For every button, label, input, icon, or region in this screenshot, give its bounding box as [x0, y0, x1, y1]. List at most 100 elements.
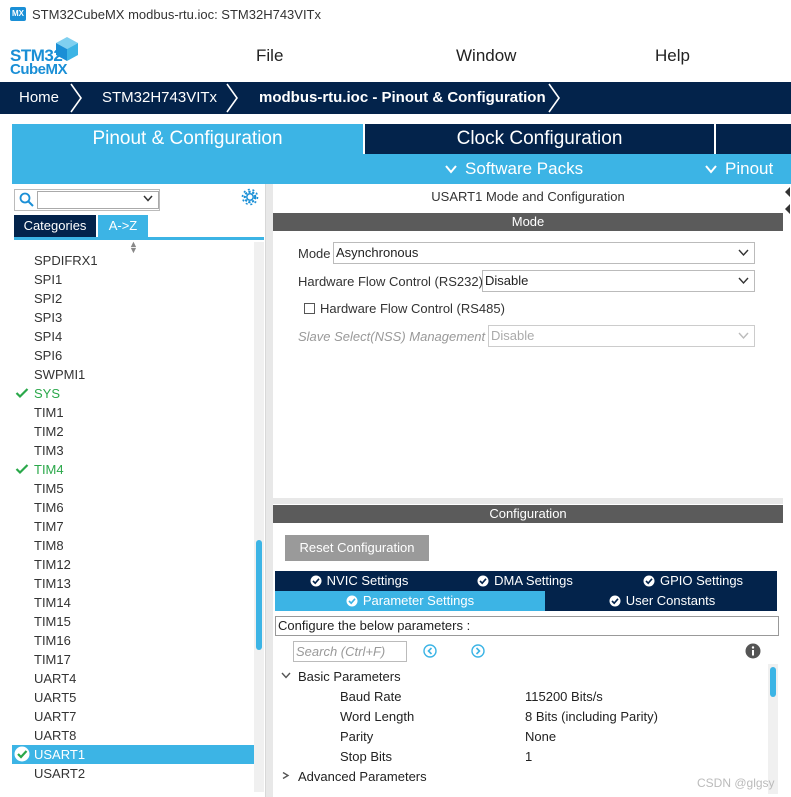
- peripheral-item-tim15[interactable]: TIM15: [12, 612, 254, 631]
- parameter-scrollbar[interactable]: [768, 664, 778, 794]
- peripheral-item-label: USART2: [34, 766, 86, 781]
- peripheral-item-tim13[interactable]: TIM13: [12, 574, 254, 593]
- tab-clock-configuration[interactable]: Clock Configuration: [365, 124, 714, 154]
- peripheral-item-tim2[interactable]: TIM2: [12, 422, 254, 441]
- param-value[interactable]: 8 Bits (including Parity): [525, 709, 658, 724]
- peripheral-item-usart1[interactable]: USART1: [12, 745, 254, 764]
- left-panel: Categories A->Z ▲ ▼ SPDIFRX1 SPI1 SPI2 SPI3 S…: [12, 184, 266, 797]
- search-input[interactable]: [37, 191, 159, 209]
- software-packs-menu[interactable]: Software Packs: [465, 159, 583, 179]
- peripheral-item-label: TIM5: [34, 481, 64, 496]
- pinout-menu[interactable]: Pinout: [725, 159, 773, 179]
- tab-extra[interactable]: [716, 124, 791, 154]
- collapse-panel-icon[interactable]: [783, 184, 791, 224]
- mode-value: Asynchronous: [336, 245, 419, 260]
- basic-parameters-group[interactable]: Basic Parameters: [298, 669, 401, 684]
- peripheral-item-tim8[interactable]: TIM8: [12, 536, 254, 555]
- peripheral-item-tim3[interactable]: TIM3: [12, 441, 254, 460]
- tab-pinout-configuration[interactable]: Pinout & Configuration: [12, 124, 363, 154]
- peripheral-item-tim5[interactable]: TIM5: [12, 479, 254, 498]
- peripheral-item-uart5[interactable]: UART5: [12, 688, 254, 707]
- reset-configuration-button[interactable]: Reset Configuration: [285, 535, 429, 561]
- watermark: CSDN @glgsy: [697, 776, 775, 790]
- tab-a-z[interactable]: A->Z: [98, 215, 148, 237]
- peripheral-item-label: TIM8: [34, 538, 64, 553]
- tab-categories[interactable]: Categories: [14, 215, 96, 237]
- tab-gpio-settings[interactable]: GPIO Settings: [609, 571, 777, 591]
- peripheral-item-tim4[interactable]: TIM4: [12, 460, 254, 479]
- chevron-down-icon: [738, 249, 749, 257]
- tab-user-constants[interactable]: User Constants: [547, 591, 777, 611]
- flow-control-rs232-select[interactable]: Disable: [482, 270, 755, 292]
- peripheral-item-label: TIM6: [34, 500, 64, 515]
- check-circle-icon: [14, 746, 30, 762]
- peripheral-item-spi2[interactable]: SPI2: [12, 289, 254, 308]
- info-icon[interactable]: [745, 643, 761, 659]
- peripheral-item-label: SPI2: [34, 291, 63, 306]
- peripheral-item-tim1[interactable]: TIM1: [12, 403, 254, 422]
- peripheral-item-uart8[interactable]: UART8: [12, 726, 254, 745]
- previous-icon[interactable]: [423, 644, 437, 658]
- peripheral-item-tim14[interactable]: TIM14: [12, 593, 254, 612]
- peripheral-item-tim16[interactable]: TIM16: [12, 631, 254, 650]
- breadcrumb-home[interactable]: Home: [19, 82, 59, 114]
- component-search[interactable]: [14, 189, 160, 211]
- peripheral-item-uart7[interactable]: UART7: [12, 707, 254, 726]
- scrollbar-thumb[interactable]: [770, 667, 776, 697]
- menu-window[interactable]: Window: [456, 46, 516, 66]
- breadcrumb-project[interactable]: modbus-rtu.ioc - Pinout & Configuration: [259, 82, 546, 114]
- chevron-down-icon[interactable]: [143, 195, 153, 202]
- menu-file[interactable]: File: [256, 46, 283, 66]
- nss-management-select[interactable]: Disable: [488, 325, 755, 347]
- menu-help[interactable]: Help: [655, 46, 690, 66]
- parameters-hint: Configure the below parameters :: [275, 616, 779, 636]
- peripheral-item-sys[interactable]: SYS: [12, 384, 254, 403]
- mode-label: Mode: [298, 246, 331, 261]
- peripheral-item-spi6[interactable]: SPI6: [12, 346, 254, 365]
- parameter-search-input[interactable]: Search (Ctrl+F): [293, 641, 407, 662]
- param-name: Baud Rate: [340, 689, 402, 704]
- mode-select[interactable]: Asynchronous: [333, 242, 755, 264]
- list-scrollbar[interactable]: [254, 242, 264, 792]
- breadcrumb-device[interactable]: STM32H743VITx: [102, 82, 217, 114]
- peripheral-item-usart2[interactable]: USART2: [12, 764, 254, 783]
- peripheral-item-label: TIM1: [34, 405, 64, 420]
- peripheral-item-label: UART8: [34, 728, 77, 743]
- sub-toolbar: Software Packs Pinout: [12, 154, 791, 184]
- param-value[interactable]: 1: [525, 749, 532, 764]
- peripheral-item-spi3[interactable]: SPI3: [12, 308, 254, 327]
- next-icon[interactable]: [471, 644, 485, 658]
- scrollbar-thumb[interactable]: [256, 540, 262, 650]
- tab-parameter-settings[interactable]: Parameter Settings: [275, 591, 545, 611]
- peripheral-item-spi1[interactable]: SPI1: [12, 270, 254, 289]
- peripheral-item-label: TIM14: [34, 595, 71, 610]
- panel-splitter[interactable]: [266, 184, 273, 797]
- peripheral-item-label: TIM13: [34, 576, 71, 591]
- nss-management-label: Slave Select(NSS) Management: [298, 329, 486, 344]
- peripheral-item-label: TIM2: [34, 424, 64, 439]
- tab-dma-settings[interactable]: DMA Settings: [443, 571, 607, 591]
- param-value[interactable]: 115200 Bits/s: [525, 689, 603, 704]
- breadcrumb-chevron-icon: [548, 83, 560, 113]
- peripheral-item-label: UART5: [34, 690, 77, 705]
- peripheral-item-tim6[interactable]: TIM6: [12, 498, 254, 517]
- rs485-checkbox[interactable]: [304, 303, 315, 314]
- peripheral-item-tim12[interactable]: TIM12: [12, 555, 254, 574]
- chevron-down-icon: [705, 165, 717, 174]
- peripheral-item-tim7[interactable]: TIM7: [12, 517, 254, 536]
- chevron-down-icon[interactable]: [281, 672, 291, 679]
- param-name: Stop Bits: [340, 749, 393, 764]
- peripheral-item-swpmi1[interactable]: SWPMI1: [12, 365, 254, 384]
- peripheral-item-uart4[interactable]: UART4: [12, 669, 254, 688]
- tab-nvic-settings[interactable]: NVIC Settings: [277, 571, 441, 591]
- advanced-parameters-group[interactable]: Advanced Parameters: [298, 769, 427, 784]
- section-divider: [266, 498, 783, 504]
- chevron-right-icon[interactable]: [281, 772, 291, 779]
- flow-control-rs485-label: Hardware Flow Control (RS485): [320, 301, 505, 316]
- peripheral-item-spi4[interactable]: SPI4: [12, 327, 254, 346]
- param-value[interactable]: None: [525, 729, 556, 744]
- peripheral-item-tim17[interactable]: TIM17: [12, 650, 254, 669]
- gear-icon[interactable]: [241, 188, 259, 206]
- peripheral-item-label: UART7: [34, 709, 77, 724]
- peripheral-item-spdifrx1[interactable]: SPDIFRX1: [12, 251, 254, 270]
